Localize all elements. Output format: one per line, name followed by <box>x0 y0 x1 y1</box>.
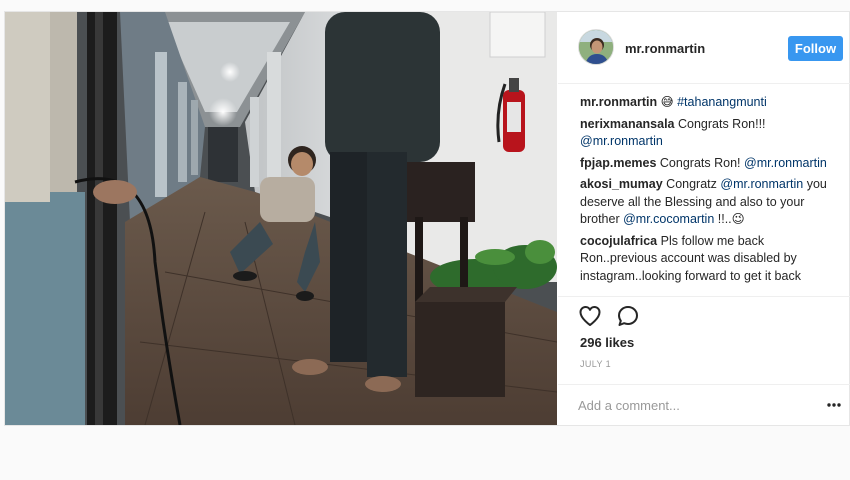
comment-mention[interactable]: @mr.ronmartin <box>720 177 803 191</box>
comment-username[interactable]: nerixmanansala <box>580 117 675 131</box>
comment-mention[interactable]: @mr.ronmartin <box>744 156 827 170</box>
comment-mention[interactable]: @mr.ronmartin <box>580 134 663 148</box>
comment-emoji: 😉 <box>731 212 745 226</box>
post-sidebar: mr.ronmartin Follow mr.ronmartin 😅 #taha… <box>558 12 850 425</box>
avatar[interactable] <box>578 29 614 65</box>
comment-item: akosi_mumay Congratz @mr.ronmartin you d… <box>580 176 838 229</box>
caption-username[interactable]: mr.ronmartin <box>580 95 657 109</box>
photo-scene <box>5 12 557 425</box>
header-username[interactable]: mr.ronmartin <box>625 41 705 56</box>
comment-item: fpjap.memes Congrats Ron! @mr.ronmartin <box>580 155 838 173</box>
comment-username[interactable]: cocojulafrica <box>580 234 657 248</box>
comment-text: Congratz <box>666 177 717 191</box>
instagram-post: mr.ronmartin Follow mr.ronmartin 😅 #taha… <box>4 11 850 426</box>
comment-item: nerixmanansala Congrats Ron!!! @mr.ronma… <box>580 116 838 151</box>
caption: mr.ronmartin 😅 #tahanangmunti <box>580 94 838 112</box>
comment-text: !!.. <box>717 212 732 226</box>
comment-text: Congrats Ron! <box>659 155 741 170</box>
post-date[interactable]: JULY 1 <box>580 359 611 369</box>
comment-mention[interactable]: @mr.cocomartin <box>623 212 714 226</box>
comment-item: cocojulafrica Pls follow me back Ron..pr… <box>580 233 838 286</box>
add-comment-bar <box>558 384 850 425</box>
heart-icon[interactable] <box>578 304 602 328</box>
comments-list: mr.ronmartin 😅 #tahanangmunti nerixmanan… <box>580 94 838 294</box>
comment-text: Congrats Ron!!! <box>677 116 766 131</box>
likes-count[interactable]: 296 likes <box>580 335 634 350</box>
post-header: mr.ronmartin Follow <box>558 12 850 84</box>
caption-hashtag[interactable]: #tahanangmunti <box>677 95 767 109</box>
post-actions: 296 likes JULY 1 <box>558 296 850 384</box>
comment-username[interactable]: fpjap.memes <box>580 156 656 170</box>
caption-emoji: 😅 <box>660 95 674 109</box>
follow-button[interactable]: Follow <box>788 36 843 61</box>
post-photo[interactable] <box>5 12 557 425</box>
comment-icon[interactable] <box>616 304 640 328</box>
comment-username[interactable]: akosi_mumay <box>580 177 663 191</box>
more-options-icon[interactable] <box>826 398 842 412</box>
add-comment-input[interactable] <box>578 393 798 417</box>
